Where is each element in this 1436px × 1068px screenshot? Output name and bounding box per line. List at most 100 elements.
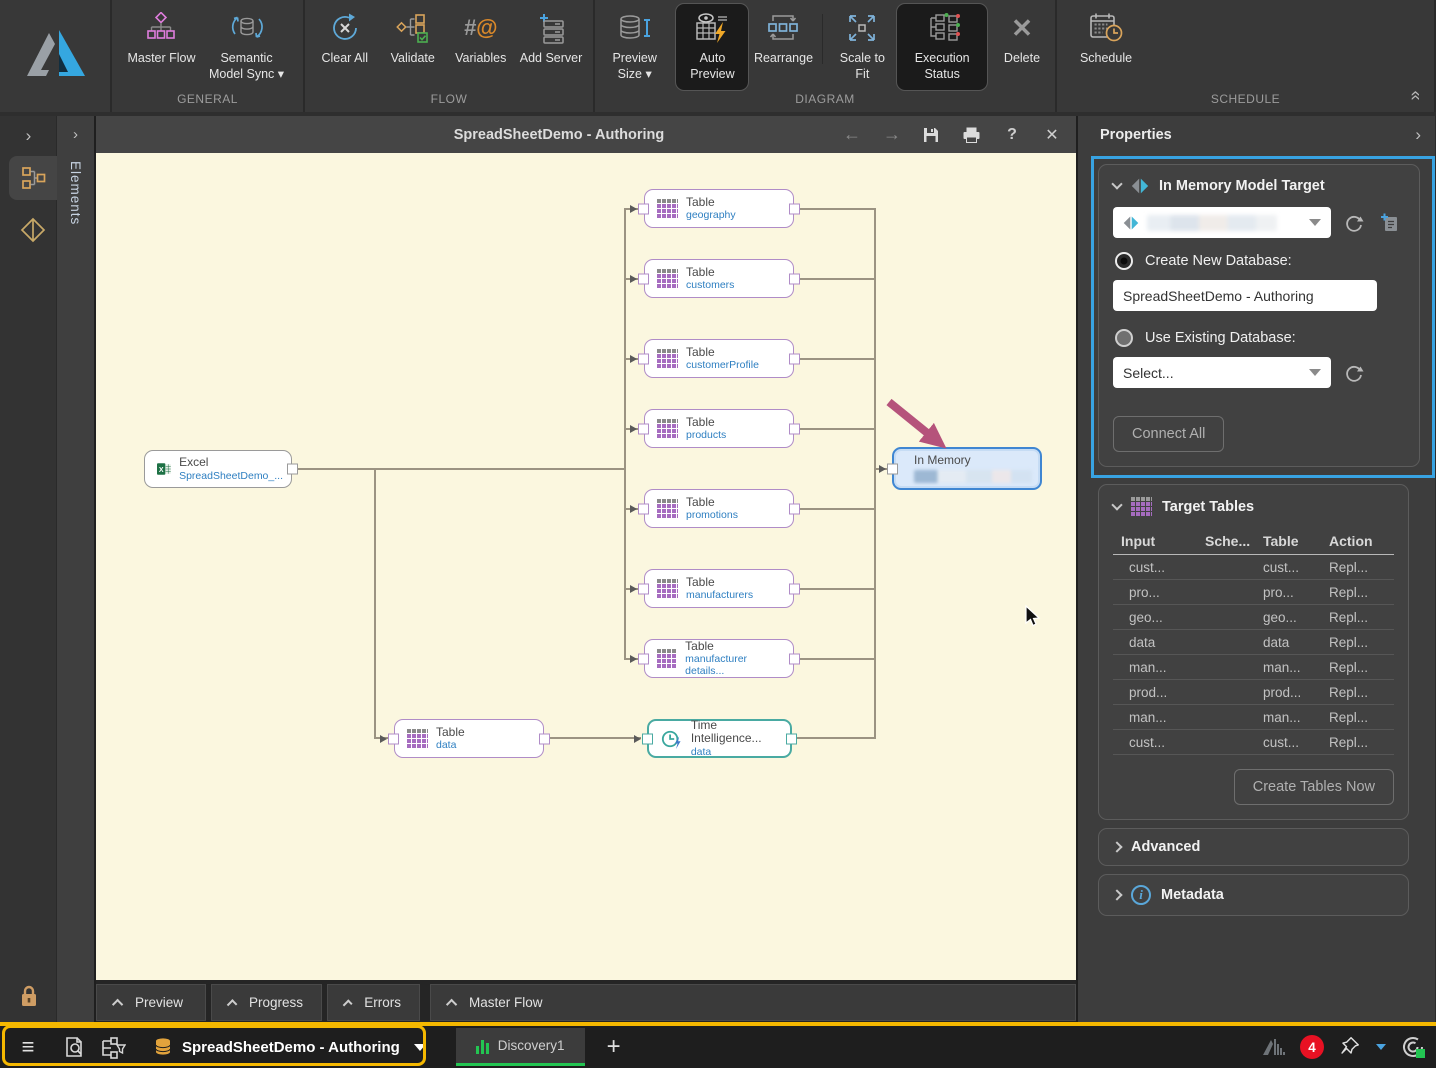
metadata-section[interactable]: i Metadata	[1098, 874, 1409, 916]
output-port[interactable]	[789, 583, 800, 594]
input-port[interactable]	[638, 203, 649, 214]
pin-button[interactable]	[1338, 1035, 1362, 1059]
table-row[interactable]: man...man...Repl...	[1113, 655, 1394, 680]
output-port[interactable]	[789, 503, 800, 514]
document-search-button[interactable]	[56, 1035, 94, 1059]
table-node-customerProfile[interactable]: TablecustomerProfile	[644, 339, 794, 378]
schedule-button[interactable]: Schedule	[1073, 4, 1139, 90]
output-port[interactable]	[539, 733, 550, 744]
time-intelligence-node[interactable]: Time Intelligence...data	[647, 719, 792, 758]
save-button[interactable]	[922, 126, 942, 144]
output-port[interactable]	[789, 653, 800, 664]
delete-button[interactable]: ✕ Delete	[989, 4, 1055, 90]
document-titlebar: SpreadSheetDemo - Authoring ← →	[96, 116, 1076, 153]
semantic-tool-button[interactable]	[8, 208, 57, 252]
existing-database-dropdown[interactable]: Select...	[1113, 357, 1331, 388]
back-button[interactable]: ←	[842, 124, 862, 145]
table-node-customers[interactable]: Tablecustomers	[644, 259, 794, 298]
clear-all-button[interactable]: Clear All	[312, 4, 378, 90]
in-memory-model-target-header[interactable]: In Memory Model Target	[1113, 177, 1405, 195]
connect-all-button[interactable]: Connect All	[1113, 416, 1224, 452]
preview-size-button[interactable]: Preview Size ▾	[595, 4, 674, 90]
table-node-geography[interactable]: Tablegeography	[644, 189, 794, 228]
table-node-manufacturer-details[interactable]: Tablemanufacturer details...	[644, 639, 794, 678]
table-row[interactable]: geo...geo...Repl...	[1113, 605, 1394, 630]
output-port[interactable]	[789, 353, 800, 364]
create-tables-now-button[interactable]: Create Tables Now	[1234, 769, 1394, 805]
add-tab-button[interactable]: +	[607, 1033, 621, 1061]
refresh-button[interactable]	[1341, 210, 1367, 236]
rearrange-button[interactable]: Rearrange	[750, 4, 816, 90]
semantic-model-sync-button[interactable]: Semantic Model Sync ▾	[202, 4, 292, 90]
tab-errors[interactable]: Errors	[327, 984, 420, 1021]
table-row[interactable]: pro...pro...Repl...	[1113, 580, 1394, 605]
output-port[interactable]	[789, 423, 800, 434]
input-port[interactable]	[638, 353, 649, 364]
in-memory-node[interactable]: In Memory	[892, 447, 1042, 490]
table-node-products[interactable]: Tableproducts	[644, 409, 794, 448]
tab-progress[interactable]: Progress	[211, 984, 322, 1021]
elements-tool-button[interactable]	[9, 156, 57, 200]
output-port[interactable]	[789, 273, 800, 284]
master-flow-button[interactable]: Master Flow	[123, 4, 199, 90]
table-node-promotions[interactable]: Tablepromotions	[644, 489, 794, 528]
target-tables-header[interactable]: Target Tables	[1113, 497, 1394, 516]
help-button[interactable]: ?	[1002, 126, 1022, 144]
table-row[interactable]: prod...prod...Repl...	[1113, 680, 1394, 705]
collapse-ribbon-button[interactable]: »	[1404, 90, 1425, 100]
input-port[interactable]	[638, 583, 649, 594]
tab-preview[interactable]: Preview	[96, 984, 206, 1021]
properties-expander[interactable]: ›	[1415, 125, 1421, 145]
auto-preview-button[interactable]: Auto Preview	[676, 4, 748, 90]
excel-source-node[interactable]: X Excel SpreadSheetDemo_...	[144, 450, 292, 488]
new-database-name-input[interactable]	[1113, 280, 1377, 311]
refresh-button[interactable]	[1341, 360, 1367, 386]
notification-badge[interactable]: 4	[1300, 1035, 1324, 1059]
create-new-database-radio[interactable]	[1115, 252, 1133, 270]
add-new-target-button[interactable]	[1377, 210, 1403, 236]
output-port[interactable]	[789, 203, 800, 214]
print-button[interactable]	[962, 126, 982, 144]
table-row[interactable]: cust...cust...Repl...	[1113, 555, 1394, 580]
left-rail: ›	[0, 116, 57, 1022]
input-port[interactable]	[887, 463, 898, 474]
project-selector[interactable]: SpreadSheetDemo - Authoring	[140, 1029, 440, 1065]
input-port[interactable]	[388, 733, 399, 744]
more-options-caret[interactable]	[1376, 1044, 1386, 1050]
table-row[interactable]: man...man...Repl...	[1113, 705, 1394, 730]
add-server-button[interactable]: Add Server	[516, 4, 587, 90]
input-arrow	[630, 355, 637, 363]
table-node-manufacturers[interactable]: Tablemanufacturers	[644, 569, 794, 608]
scale-to-fit-button[interactable]: Scale to Fit	[829, 4, 895, 90]
menu-button[interactable]: ≡	[0, 1034, 56, 1060]
lock-button[interactable]	[0, 984, 57, 1008]
close-document-button[interactable]: ✕	[1042, 125, 1062, 145]
advanced-section[interactable]: Advanced	[1098, 828, 1409, 866]
table-node-data[interactable]: Tabledata	[394, 719, 544, 758]
input-port[interactable]	[638, 503, 649, 514]
validate-button[interactable]: Validate	[380, 4, 446, 90]
elements-expander[interactable]: ›	[73, 126, 78, 143]
output-port[interactable]	[287, 464, 298, 475]
input-port[interactable]	[638, 653, 649, 664]
input-arrow	[630, 275, 637, 283]
variables-button[interactable]: #@ Variables	[448, 4, 514, 90]
diagram-filter-button[interactable]	[94, 1035, 132, 1059]
input-port[interactable]	[642, 733, 653, 744]
forward-button[interactable]: →	[882, 124, 902, 145]
table-row[interactable]: datadataRepl...	[1113, 630, 1394, 655]
model-target-dropdown[interactable]	[1113, 207, 1331, 238]
ribbon-group-flow-label: FLOW	[305, 90, 593, 112]
connection-status-button[interactable]	[1400, 1034, 1426, 1060]
output-port[interactable]	[786, 733, 797, 744]
input-port[interactable]	[638, 423, 649, 434]
table-row[interactable]: cust...cust...Repl...	[1113, 730, 1394, 755]
target-tables-header-row: Input Sche... Table Action	[1113, 528, 1394, 555]
flow-canvas[interactable]: X Excel SpreadSheetDemo_... Tablegeograp…	[96, 153, 1076, 980]
execution-status-button[interactable]: Execution Status	[897, 4, 987, 90]
input-port[interactable]	[638, 273, 649, 284]
rail-expander[interactable]: ›	[0, 126, 57, 146]
use-existing-database-radio[interactable]	[1115, 329, 1133, 347]
discovery-tab[interactable]: Discovery1	[456, 1028, 585, 1066]
tab-master-flow[interactable]: Master Flow	[430, 984, 1076, 1021]
